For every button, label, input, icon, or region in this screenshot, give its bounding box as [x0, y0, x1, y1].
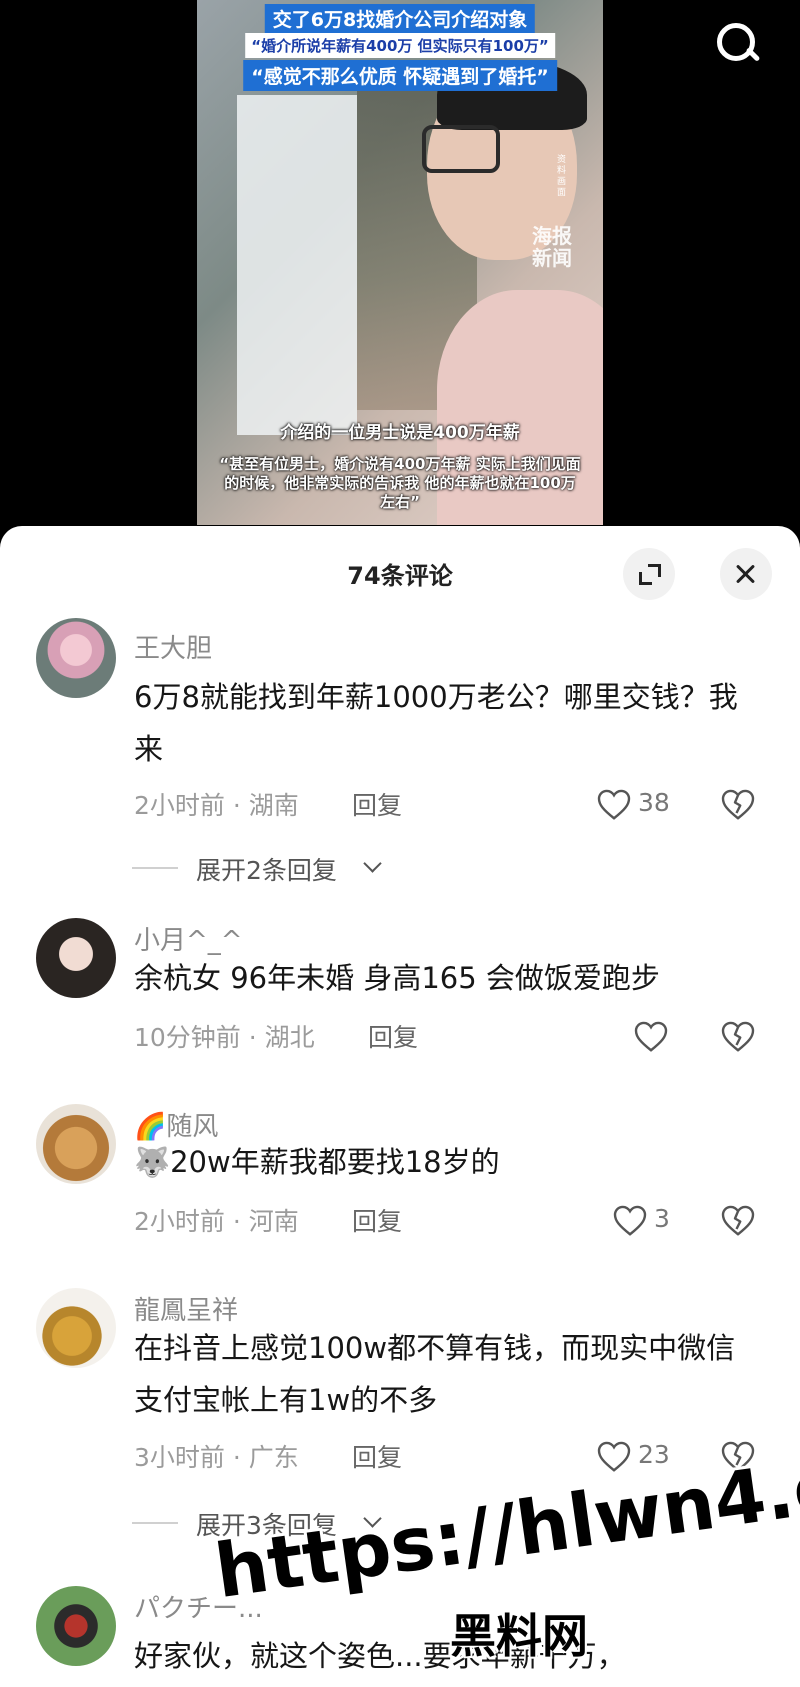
- expand-replies[interactable]: 展开2条回复: [132, 851, 532, 885]
- avatar[interactable]: [36, 1288, 116, 1368]
- comment-text: 🐺20w年薪我都要找18岁的: [134, 1145, 500, 1179]
- heart-icon: [597, 1441, 631, 1472]
- comment-meta: 2小时前 · 河南: [134, 1207, 299, 1236]
- divider: [132, 1522, 178, 1524]
- comment-username[interactable]: 王大胆: [134, 628, 212, 665]
- divider: [132, 867, 178, 869]
- news-logo: 海报新闻: [532, 224, 572, 270]
- watermark-site: 黑料网: [450, 1609, 588, 1663]
- video-scene-window: [237, 95, 357, 435]
- comment-text: 在抖音上感觉100w都不算有钱，而现实中微信支付宝帐上有1w的不多: [134, 1331, 736, 1417]
- video-frame[interactable]: 资料画面 海报新闻 交了6万8找婚介公司介绍对象 “婚介所说年薪有400万 但实…: [197, 0, 603, 525]
- reply-button[interactable]: 回复: [352, 1202, 402, 1238]
- like-button[interactable]: 3: [612, 1203, 682, 1237]
- video-subtitle: 介绍的一位男士说是400万年薪: [280, 423, 520, 443]
- avatar[interactable]: [36, 1104, 116, 1184]
- chevron-down-icon: [363, 854, 382, 873]
- comments-title: 74条评论: [347, 562, 453, 590]
- comment-meta: 3小时前 · 广东: [134, 1443, 299, 1472]
- comment-item: 🌈随风 🐺20w年薪我都要找18岁的 2小时前 · 河南 回复 3: [0, 1104, 800, 1274]
- like-count: 38: [638, 788, 670, 817]
- broken-heart-icon[interactable]: [720, 1203, 756, 1237]
- video-banner-quote-2: “感觉不那么优质 怀疑遇到了婚托”: [243, 60, 557, 91]
- comment-text: 余杭女 96年未婚 身高165 会做饭爱跑步: [134, 961, 660, 995]
- broken-heart-icon[interactable]: [720, 1019, 756, 1053]
- like-count: 23: [638, 1440, 670, 1469]
- heart-icon: [597, 789, 631, 820]
- reply-button[interactable]: 回复: [352, 786, 402, 822]
- comment-item: パクチー... 好家伙，就这个姿色...要求年薪千万，: [0, 1586, 800, 1687]
- video-player[interactable]: 资料画面 海报新闻 交了6万8找婚介公司介绍对象 “婚介所说年薪有400万 但实…: [0, 0, 800, 560]
- search-icon[interactable]: [712, 18, 762, 68]
- video-scene-glasses: [422, 125, 500, 173]
- video-banner-title: 交了6万8找婚介公司介绍对象: [264, 4, 536, 33]
- comment-text: 6万8就能找到年薪1000万老公？哪里交钱？我来: [134, 680, 738, 766]
- reply-button[interactable]: 回复: [368, 1018, 418, 1054]
- comment-meta: 2小时前 · 湖南: [134, 791, 299, 820]
- video-subtitle-quote: “甚至有位男士，婚介说有400万年薪 实际上我们见面的时候，他非常实际的告诉我 …: [219, 455, 581, 511]
- comment-meta: 10分钟前 · 湖北: [134, 1023, 315, 1052]
- video-banner-quote: “婚介所说年薪有400万 但实际只有100万”: [245, 33, 555, 58]
- like-button[interactable]: 38: [596, 787, 686, 821]
- heart-icon: [613, 1205, 647, 1236]
- like-count: 3: [654, 1204, 670, 1233]
- reply-button[interactable]: 回复: [352, 1438, 402, 1474]
- avatar[interactable]: [36, 918, 116, 998]
- like-button[interactable]: [633, 1019, 673, 1053]
- close-button[interactable]: [720, 548, 772, 600]
- heart-icon: [634, 1021, 668, 1052]
- video-source-note: 资料画面: [557, 155, 567, 198]
- expand-replies-label: 展开2条回复: [196, 856, 337, 885]
- avatar[interactable]: [36, 618, 116, 698]
- comment-item: 王大胆 6万8就能找到年薪1000万老公？哪里交钱？我来 2小时前 · 湖南 回…: [0, 618, 800, 908]
- avatar[interactable]: [36, 1586, 116, 1666]
- comment-text: 好家伙，就这个姿色...要求年薪千万，: [134, 1639, 626, 1673]
- comment-item: 小月^_^ 余杭女 96年未婚 身高165 会做饭爱跑步 10分钟前 · 湖北 …: [0, 918, 800, 1088]
- expand-button[interactable]: [623, 548, 675, 600]
- broken-heart-icon[interactable]: [720, 787, 756, 821]
